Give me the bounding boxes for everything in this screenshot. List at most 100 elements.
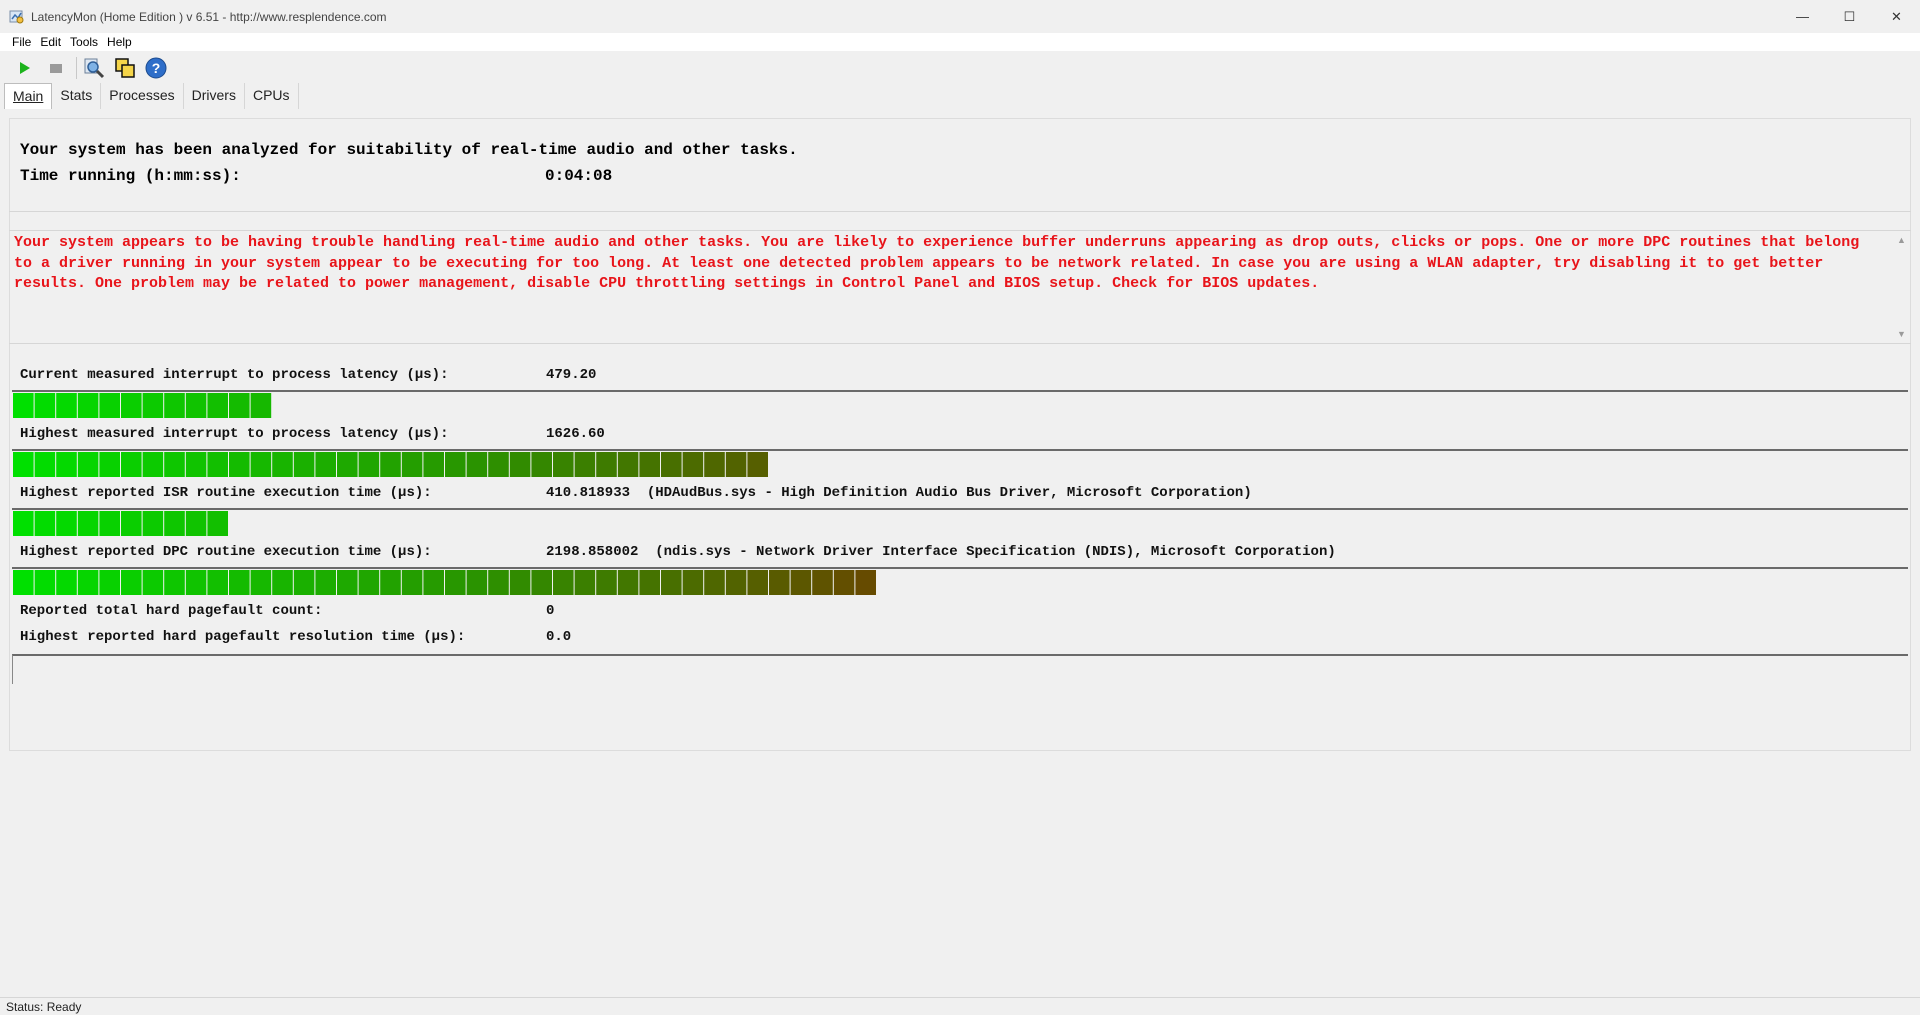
bar-segment [207,570,228,595]
bar-segment [790,570,812,595]
bar-segment [401,452,423,477]
bar-segment [121,570,142,595]
bar-segment [207,393,228,418]
warning-text: Your system appears to be having trouble… [14,234,1860,292]
bar-segment [639,570,660,595]
pagefault-bar [12,654,1908,684]
help-button[interactable]: ? [145,57,167,79]
isr-time-number: 410.818933 [546,485,631,501]
menu-edit[interactable]: Edit [40,35,61,49]
highest-latency-bar-fill [13,452,768,477]
magnifier-icon [84,58,105,79]
bar-segment [704,452,725,477]
bar-segment [13,570,34,595]
bar-segment [99,393,120,418]
bar-segment [13,511,34,536]
bar-segment [682,452,704,477]
bar-segment [337,570,358,595]
tab-processes[interactable]: Processes [101,83,184,109]
menu-help[interactable]: Help [107,35,132,49]
bar-segment [34,452,56,477]
dpc-time-bar-fill [13,570,876,595]
bar-segment [185,393,207,418]
app-icon [9,9,25,25]
bar-segment [725,452,747,477]
bar-segment [77,452,99,477]
bar-segment [596,452,617,477]
isr-driver-detail: (HDAudBus.sys - High Definition Audio Bu… [646,485,1252,501]
bar-segment [77,393,99,418]
bar-segment [509,452,531,477]
maximize-button[interactable]: ☐ [1826,0,1873,33]
time-running-value: 0:04:08 [545,167,613,185]
analysis-summary: Your system has been analyzed for suitab… [20,141,798,159]
bar-segment [833,570,855,595]
stop-icon [50,64,62,73]
bar-segment [164,393,185,418]
bar-segment [661,570,682,595]
bar-segment [445,452,466,477]
dpc-time-bar [12,567,1908,597]
stop-button[interactable] [45,57,67,79]
toolbar: ? [0,53,176,83]
bar-segment [704,570,725,595]
window-title: LatencyMon (Home Edition ) v 6.51 - http… [31,9,387,24]
isr-time-bar [12,508,1908,538]
bar-segment [337,452,358,477]
bar-segment [380,570,401,595]
bar-segment [531,452,552,477]
minimize-icon: — [1796,9,1809,24]
bar-segment [682,570,704,595]
bar-segment [293,452,315,477]
bar-segment [56,570,77,595]
menu-tools[interactable]: Tools [70,35,98,49]
tab-stats[interactable]: Stats [52,83,102,109]
tab-strip: Main Stats Processes Drivers CPUs [0,83,299,109]
tab-cpus[interactable]: CPUs [245,83,299,109]
bar-segment [531,570,552,595]
bar-segment [574,452,596,477]
bar-segment [423,570,444,595]
dpc-time-label: Highest reported DPC routine execution t… [20,544,432,560]
menu-file[interactable]: File [12,35,31,49]
bar-segment [142,393,164,418]
bar-segment [99,511,120,536]
bar-segment [121,511,142,536]
bar-segment [164,452,185,477]
bar-segment [509,570,531,595]
help-icon: ? [145,57,167,79]
bar-segment [747,452,768,477]
bar-segment [56,393,77,418]
bar-segment [553,570,574,595]
bar-segment [596,570,617,595]
close-button[interactable]: ✕ [1873,0,1920,33]
bar-segment [445,570,466,595]
dpc-time-value: 2198.858002 (ndis.sys - Network Driver I… [546,544,1336,560]
bar-segment [747,570,768,595]
bar-segment [142,511,164,536]
tab-main[interactable]: Main [4,83,53,109]
driver-button[interactable] [83,57,105,79]
current-latency-bar-fill [13,393,272,418]
scroll-down-icon[interactable]: ▼ [1897,329,1907,339]
warning-box[interactable]: Your system appears to be having trouble… [9,230,1911,344]
bar-segment [185,511,207,536]
bar-segment [229,452,250,477]
bar-segment [466,452,488,477]
minimize-button[interactable]: — [1779,0,1826,33]
tab-drivers[interactable]: Drivers [184,83,245,109]
bar-segment [77,511,99,536]
bar-segment [380,452,401,477]
bar-segment [725,570,747,595]
bar-segment [617,570,639,595]
bar-segment [769,570,790,595]
windows-icon [115,58,135,78]
title-bar: LatencyMon (Home Edition ) v 6.51 - http… [0,0,1920,33]
bar-segment [812,570,833,595]
bar-segment [99,452,120,477]
start-button[interactable] [14,57,36,79]
bar-segment [56,511,77,536]
bar-segment [250,452,272,477]
windows-button[interactable] [114,57,136,79]
scroll-up-icon[interactable]: ▲ [1897,235,1907,245]
